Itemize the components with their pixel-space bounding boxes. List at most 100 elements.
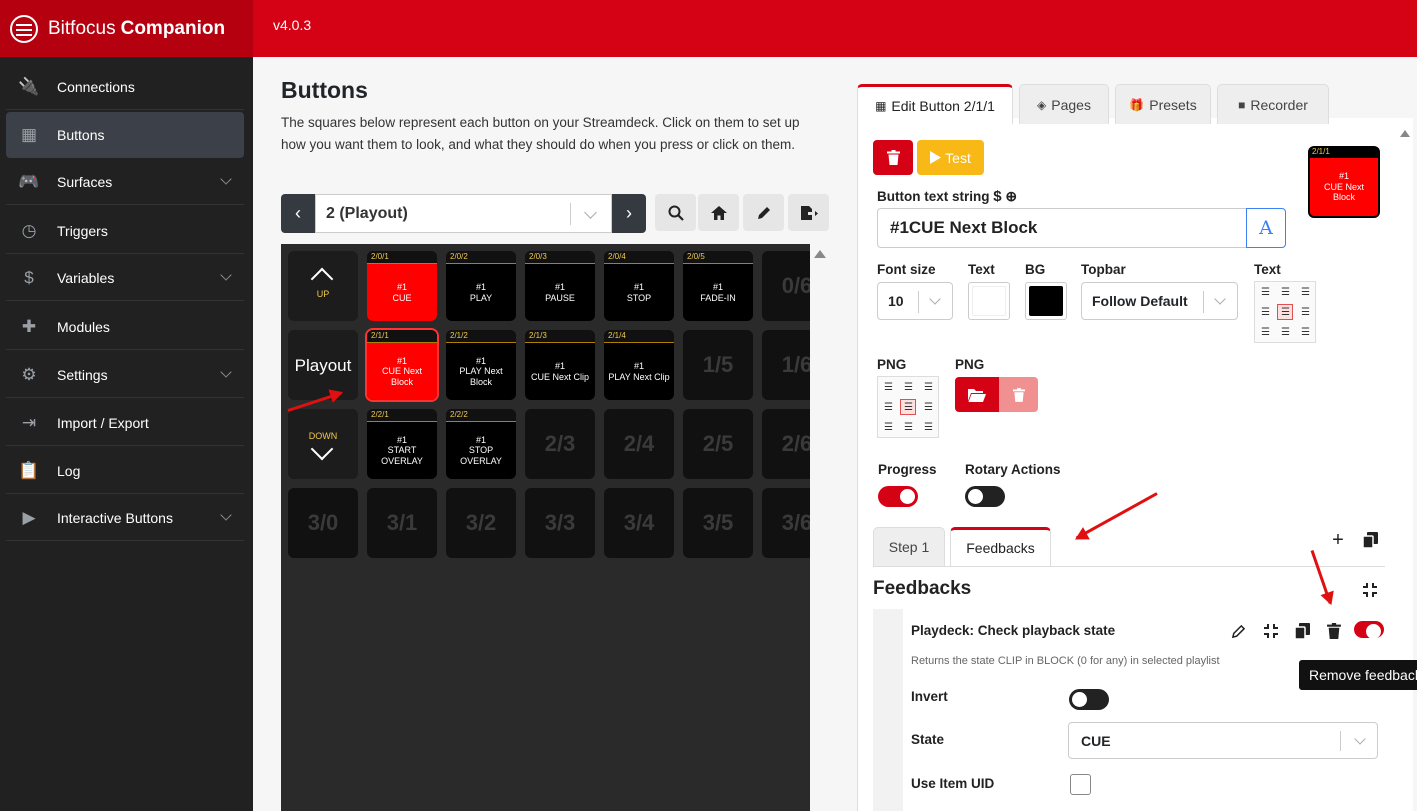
- grid-button-2-1-1[interactable]: 2/1/1 #1 CUE Next Block: [365, 328, 439, 402]
- align-icon[interactable]: ☰: [1277, 304, 1293, 320]
- grid-empty-3-2[interactable]: 3/2: [446, 488, 516, 558]
- png-delete-button[interactable]: [999, 377, 1038, 412]
- sidebar-item-import-export[interactable]: ⇥ Import / Export: [6, 400, 244, 446]
- align-icon[interactable]: ☰: [900, 399, 916, 415]
- align-icon[interactable]: ☰: [1295, 322, 1315, 342]
- prev-page-button[interactable]: ‹: [281, 194, 315, 233]
- sidebar-item-interactive-buttons[interactable]: ▶ Interactive Buttons: [6, 495, 244, 541]
- align-icon[interactable]: ☰: [1255, 282, 1275, 302]
- grid-empty-2-5[interactable]: 2/5: [683, 409, 753, 479]
- png-open-button[interactable]: [955, 377, 999, 412]
- grid-empty-1-6[interactable]: 1/6: [762, 330, 810, 400]
- search-button[interactable]: [655, 194, 696, 231]
- sidebar-item-log[interactable]: 📋 Log: [6, 448, 244, 494]
- topbar-select[interactable]: Follow Default: [1081, 282, 1238, 320]
- grid-empty-1-5[interactable]: 1/5: [683, 330, 753, 400]
- grid-button-2-0-3[interactable]: 2/0/3 #1 PAUSE: [525, 251, 595, 321]
- delete-button[interactable]: [873, 140, 913, 175]
- next-page-button[interactable]: ›: [612, 194, 646, 233]
- chevron-down-icon[interactable]: [220, 269, 232, 281]
- grid-button-2-2-2[interactable]: 2/2/2 #1 STOP OVERLAY: [446, 409, 516, 479]
- pencil-icon[interactable]: [1228, 621, 1248, 641]
- font-style-button[interactable]: A: [1246, 208, 1286, 248]
- rotary-toggle[interactable]: [965, 486, 1005, 507]
- sidebar-item-settings[interactable]: ⚙ Settings: [6, 352, 244, 398]
- tab-presets[interactable]: 🎁 Presets: [1115, 84, 1211, 124]
- edit-page-button[interactable]: [743, 194, 784, 231]
- page-name-button[interactable]: Playout: [288, 330, 358, 400]
- grid-button-2-1-3[interactable]: 2/1/3 #1 CUE Next Clip: [525, 330, 595, 400]
- align-icon[interactable]: ☰: [878, 397, 898, 417]
- bg-color-swatch[interactable]: [1025, 282, 1067, 320]
- progress-toggle[interactable]: [878, 486, 918, 507]
- grid-button-2-0-4[interactable]: 2/0/4 #1 STOP: [604, 251, 674, 321]
- align-icon[interactable]: ☰: [918, 377, 938, 397]
- grid-empty-3-3[interactable]: 3/3: [525, 488, 595, 558]
- home-button[interactable]: [698, 194, 739, 231]
- tab-edit[interactable]: ▦ Edit Button 2/1/1: [857, 84, 1013, 124]
- chevron-down-icon[interactable]: [220, 509, 232, 521]
- panel-scroll-up-icon[interactable]: [1400, 130, 1410, 137]
- align-icon[interactable]: ☰: [898, 417, 918, 437]
- brand[interactable]: Bitfocus Companion: [0, 0, 253, 57]
- align-icon[interactable]: ☰: [1295, 282, 1315, 302]
- sidebar-item-modules[interactable]: ✚ Modules: [6, 304, 244, 350]
- grid-empty-3-0[interactable]: 3/0: [288, 488, 358, 558]
- align-icon[interactable]: ☰: [878, 377, 898, 397]
- sidebar-item-variables[interactable]: $ Variables: [6, 255, 244, 301]
- text-string-input[interactable]: #1CUE Next Block: [877, 208, 1247, 248]
- export-page-button[interactable]: [788, 194, 829, 231]
- grid-empty-2-4[interactable]: 2/4: [604, 409, 674, 479]
- tab-feedbacks[interactable]: Feedbacks: [950, 527, 1051, 566]
- tab-pages[interactable]: ◈ Pages: [1019, 84, 1109, 124]
- align-icon[interactable]: ☰: [1255, 302, 1275, 322]
- grid-button-2-1-4[interactable]: 2/1/4 #1 PLAY Next Clip: [604, 330, 674, 400]
- state-select[interactable]: CUE: [1068, 722, 1378, 759]
- grid-button-2-0-1[interactable]: 2/0/1 #1 CUE: [367, 251, 437, 321]
- grid-button-2-0-5[interactable]: 2/0/5 #1 FADE-IN: [683, 251, 753, 321]
- grid-empty-3-1[interactable]: 3/1: [367, 488, 437, 558]
- copy-icon[interactable]: [1360, 530, 1380, 550]
- page-up-button[interactable]: UP: [288, 251, 358, 321]
- duplicate-icon[interactable]: [1292, 621, 1312, 641]
- feedback-drag-handle[interactable]: [873, 609, 903, 811]
- trash-icon[interactable]: [1324, 621, 1344, 641]
- align-icon[interactable]: ☰: [878, 417, 898, 437]
- align-icon[interactable]: ☰: [1275, 322, 1295, 342]
- grid-button-2-1-2[interactable]: 2/1/2 #1 PLAY Next Block: [446, 330, 516, 400]
- grid-scroll-up-icon[interactable]: [814, 250, 826, 258]
- grid-empty-2-3[interactable]: 2/3: [525, 409, 595, 479]
- sidebar-item-connections[interactable]: 🔌 Connections: [6, 64, 244, 110]
- grid-empty-2-6[interactable]: 2/6: [762, 409, 810, 479]
- png-alignment-grid[interactable]: ☰ ☰ ☰ ☰ ☰ ☰ ☰ ☰ ☰: [877, 376, 939, 438]
- sidebar-item-triggers[interactable]: ◷ Triggers: [6, 208, 244, 254]
- test-button[interactable]: Test: [917, 140, 984, 175]
- grid-button-2-0-2[interactable]: 2/0/2 #1 PLAY: [446, 251, 516, 321]
- align-icon[interactable]: ☰: [898, 377, 918, 397]
- chevron-down-icon[interactable]: [220, 173, 232, 185]
- align-icon[interactable]: ☰: [1255, 322, 1275, 342]
- feedback-enabled-toggle[interactable]: [1354, 621, 1384, 639]
- tab-recorder[interactable]: ■ Recorder: [1217, 84, 1329, 124]
- collapse-icon[interactable]: [1261, 621, 1281, 641]
- dollar-icon[interactable]: $: [993, 188, 1001, 205]
- align-icon[interactable]: ☰: [918, 417, 938, 437]
- grid-empty-0-6[interactable]: 0/6: [762, 251, 810, 321]
- invert-toggle[interactable]: [1069, 689, 1109, 710]
- grid-empty-3-6[interactable]: 3/6: [762, 488, 810, 558]
- chevron-down-icon[interactable]: [220, 366, 232, 378]
- use-item-uid-checkbox[interactable]: [1070, 774, 1091, 795]
- align-icon[interactable]: ☰: [1275, 282, 1295, 302]
- compress-icon[interactable]: [1360, 580, 1380, 600]
- text-color-swatch[interactable]: [968, 282, 1010, 320]
- text-alignment-grid[interactable]: ☰ ☰ ☰ ☰ ☰ ☰ ☰ ☰ ☰: [1254, 281, 1316, 343]
- globe-icon[interactable]: ⊕: [1005, 188, 1017, 204]
- grid-empty-3-5[interactable]: 3/5: [683, 488, 753, 558]
- sidebar-item-buttons[interactable]: ▦ Buttons: [6, 112, 244, 158]
- font-size-select[interactable]: 10: [877, 282, 953, 320]
- page-select[interactable]: 2 (Playout): [315, 194, 612, 233]
- grid-button-2-2-1[interactable]: 2/2/1 #1 START OVERLAY: [367, 409, 437, 479]
- plus-icon[interactable]: +: [1328, 529, 1348, 551]
- grid-empty-3-4[interactable]: 3/4: [604, 488, 674, 558]
- align-icon[interactable]: ☰: [918, 397, 938, 417]
